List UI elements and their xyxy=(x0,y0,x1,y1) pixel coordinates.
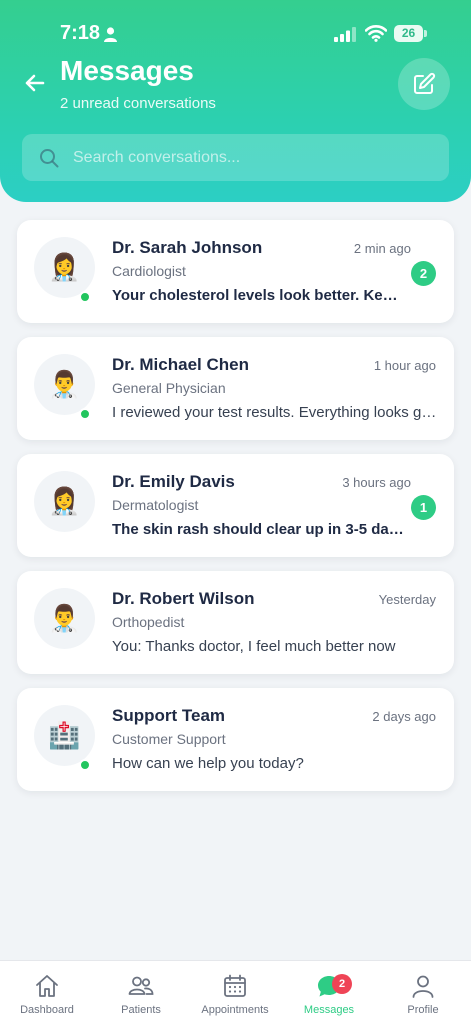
message-time: 2 days ago xyxy=(372,709,436,724)
message-preview: Your cholesterol levels look better. Kee… xyxy=(112,287,404,304)
status-time: 7:18 xyxy=(60,22,101,44)
online-indicator xyxy=(79,408,91,420)
tab-label: Patients xyxy=(121,1004,161,1016)
compose-button[interactable] xyxy=(398,58,450,110)
tab-dashboard[interactable]: Dashboard xyxy=(0,961,94,1024)
avatar: 🏥 xyxy=(34,705,95,766)
header: 7:18 26 Messages 2 unread conversations xyxy=(0,0,471,202)
contact-role: Customer Support xyxy=(112,731,226,747)
message-preview: How can we help you today? xyxy=(112,755,304,772)
contact-role: Dermatologist xyxy=(112,497,199,513)
contact-name: Dr. Emily Davis xyxy=(112,472,235,491)
tab-patients[interactable]: Patients xyxy=(94,961,188,1024)
online-indicator xyxy=(79,759,91,771)
person-icon xyxy=(104,27,117,42)
search-bar[interactable] xyxy=(22,134,449,181)
tab-label: Profile xyxy=(407,1004,439,1016)
compose-icon xyxy=(414,72,436,94)
tab-profile[interactable]: Profile xyxy=(376,961,470,1024)
signal-icon xyxy=(334,27,356,42)
battery-icon: 26 xyxy=(394,25,427,42)
tab-messages[interactable]: 2 Messages xyxy=(282,961,376,1024)
avatar: 👨‍⚕️ xyxy=(34,588,95,649)
message-preview: You: Thanks doctor, I feel much better n… xyxy=(112,638,396,655)
contact-name: Dr. Michael Chen xyxy=(112,355,249,374)
message-time: Yesterday xyxy=(378,592,436,607)
tab-appointments[interactable]: Appointments xyxy=(188,961,282,1024)
contact-name: Dr. Sarah Johnson xyxy=(112,238,263,257)
online-indicator xyxy=(79,291,91,303)
tab-label: Dashboard xyxy=(20,1004,74,1016)
message-time: 3 hours ago xyxy=(342,475,411,490)
search-icon xyxy=(40,149,59,168)
home-icon xyxy=(36,975,58,997)
messages-count-badge: 2 xyxy=(332,974,352,994)
tab-label: Appointments xyxy=(201,1004,269,1016)
avatar: 👩‍⚕️ xyxy=(34,237,95,298)
conversation-card[interactable]: 👩‍⚕️ Dr. Sarah Johnson 2 min ago Cardiol… xyxy=(17,220,454,323)
unread-badge: 2 xyxy=(411,261,436,286)
conversation-card[interactable]: 🏥 Support Team 2 days ago Customer Suppo… xyxy=(17,688,454,791)
message-time: 2 min ago xyxy=(353,241,411,256)
battery-level: 26 xyxy=(394,25,423,42)
avatar: 👨‍⚕️ xyxy=(34,354,95,415)
contact-name: Dr. Robert Wilson xyxy=(112,589,255,608)
message-preview: I reviewed your test results. Everything… xyxy=(112,404,437,421)
arrow-left-icon xyxy=(25,74,45,92)
message-preview: The skin rash should clear up in 3-5 day… xyxy=(112,521,404,538)
users-icon xyxy=(128,976,154,995)
contact-role: Orthopedist xyxy=(112,614,185,630)
contact-name: Support Team xyxy=(112,706,226,725)
conversation-list: 👩‍⚕️ Dr. Sarah Johnson 2 min ago Cardiol… xyxy=(17,220,454,805)
message-time: 1 hour ago xyxy=(373,358,436,373)
conversation-card[interactable]: 👨‍⚕️ Dr. Michael Chen 1 hour ago General… xyxy=(17,337,454,440)
page-title: Messages xyxy=(60,55,194,86)
wifi-icon xyxy=(365,25,387,42)
user-icon xyxy=(412,975,434,998)
contact-role: Cardiologist xyxy=(112,263,186,279)
unread-summary: 2 unread conversations xyxy=(60,95,216,112)
bottom-nav: Dashboard Patients Appointments 2 Messag… xyxy=(0,960,471,1024)
conversation-card[interactable]: 👩‍⚕️ Dr. Emily Davis 3 hours ago Dermato… xyxy=(17,454,454,557)
avatar: 👩‍⚕️ xyxy=(34,471,95,532)
contact-role: General Physician xyxy=(112,380,226,396)
unread-badge: 1 xyxy=(411,495,436,520)
tab-label: Messages xyxy=(303,1004,355,1016)
calendar-icon xyxy=(224,974,246,997)
search-input[interactable] xyxy=(73,134,433,181)
conversation-card[interactable]: 👨‍⚕️ Dr. Robert Wilson Yesterday Orthope… xyxy=(17,571,454,674)
status-bar: 7:18 26 xyxy=(0,0,471,62)
back-button[interactable] xyxy=(20,68,50,98)
